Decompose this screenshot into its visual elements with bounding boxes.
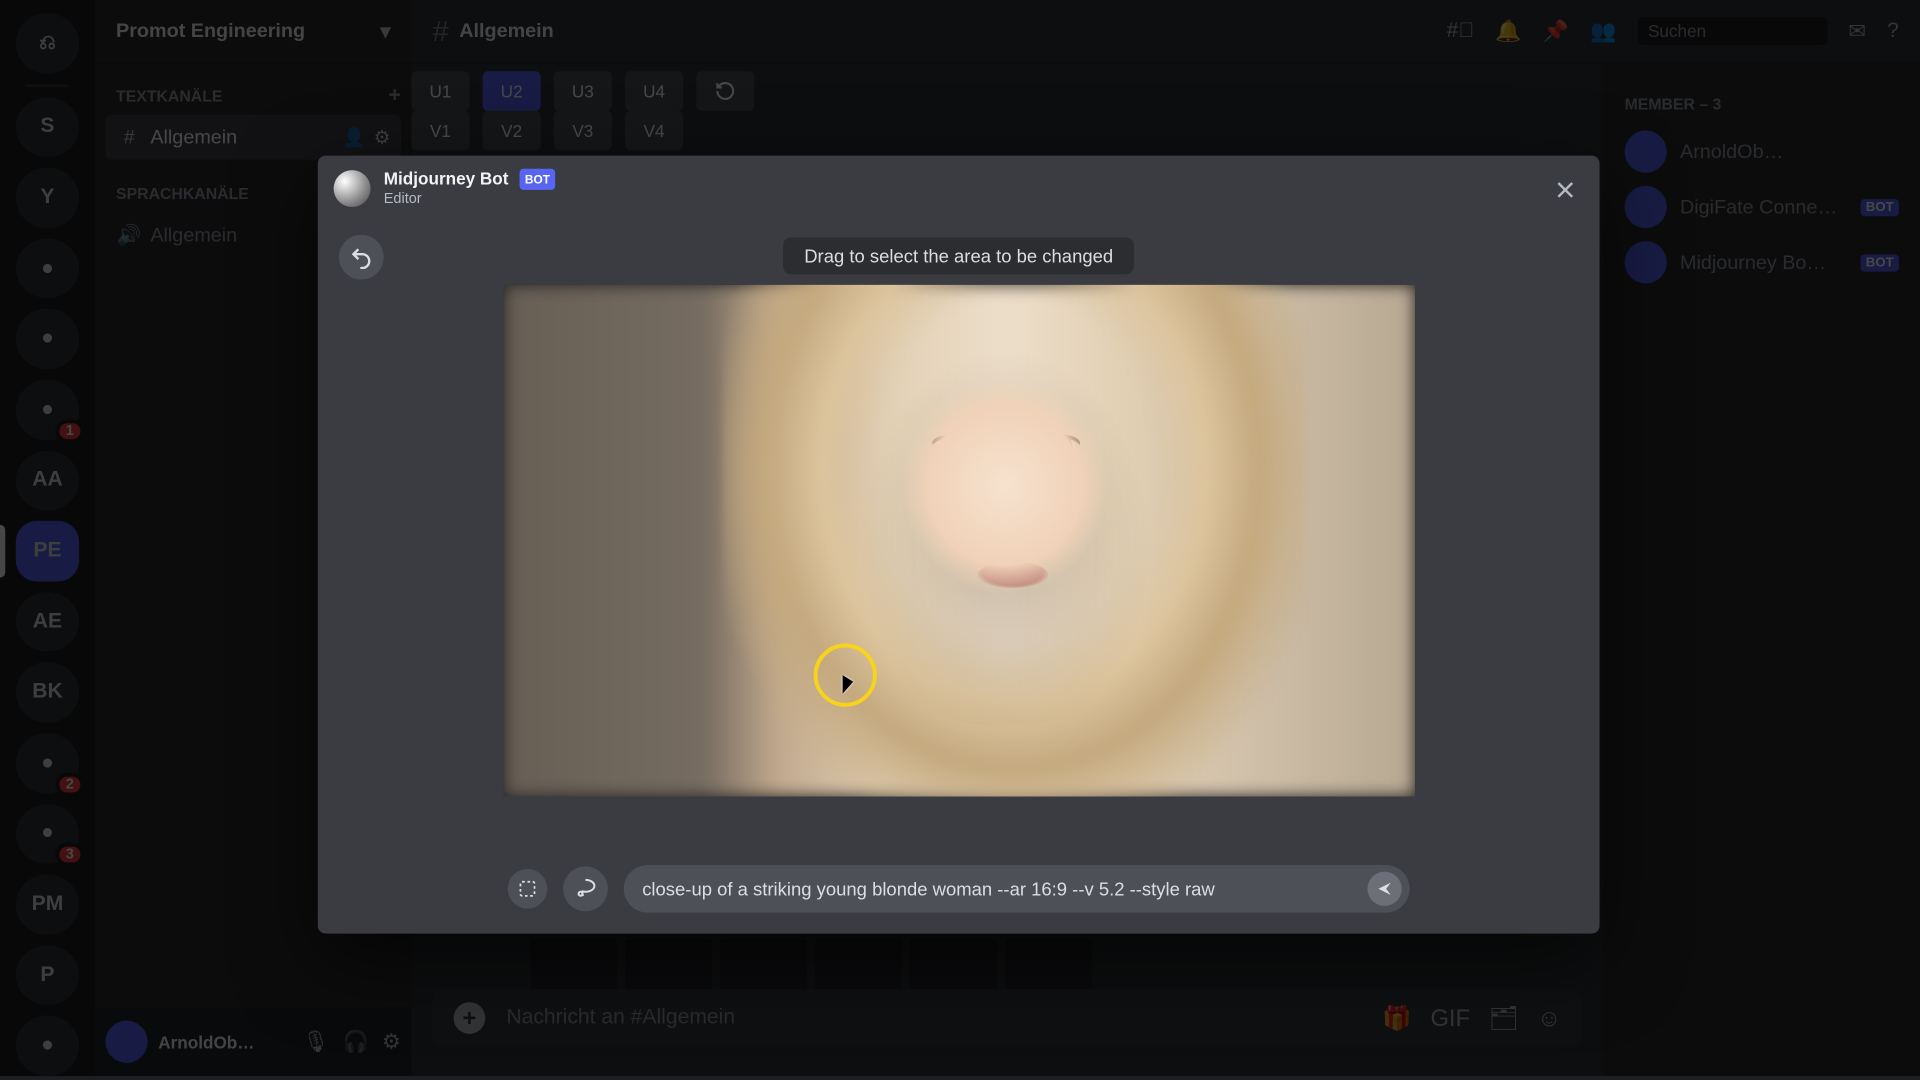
- lasso-tool-button[interactable]: [563, 866, 608, 911]
- image-content: [722, 285, 1305, 797]
- editor-canvas[interactable]: [504, 285, 1415, 797]
- close-button[interactable]: [1547, 171, 1584, 208]
- image-content: [978, 561, 1049, 587]
- modal-header: Midjourney Bot BOT Editor: [334, 169, 556, 209]
- editor-hint: Drag to select the area to be changed: [783, 237, 1134, 274]
- modal-footer: close-up of a striking young blonde woma…: [318, 862, 1600, 915]
- prompt-input[interactable]: close-up of a striking young blonde woma…: [624, 865, 1410, 912]
- editor-modal: Midjourney Bot BOT Editor Drag to select…: [318, 156, 1600, 934]
- undo-button[interactable]: [339, 235, 384, 280]
- marquee-tool-button[interactable]: [508, 869, 548, 909]
- modal-author: Midjourney Bot: [384, 169, 509, 189]
- modal-subtitle: Editor: [384, 190, 556, 208]
- image-content: [1032, 438, 1079, 456]
- prompt-text: close-up of a striking young blonde woma…: [642, 878, 1215, 899]
- bot-badge: BOT: [520, 169, 556, 190]
- bot-avatar: [334, 170, 371, 207]
- image-content: [932, 438, 979, 456]
- submit-button[interactable]: [1367, 872, 1401, 906]
